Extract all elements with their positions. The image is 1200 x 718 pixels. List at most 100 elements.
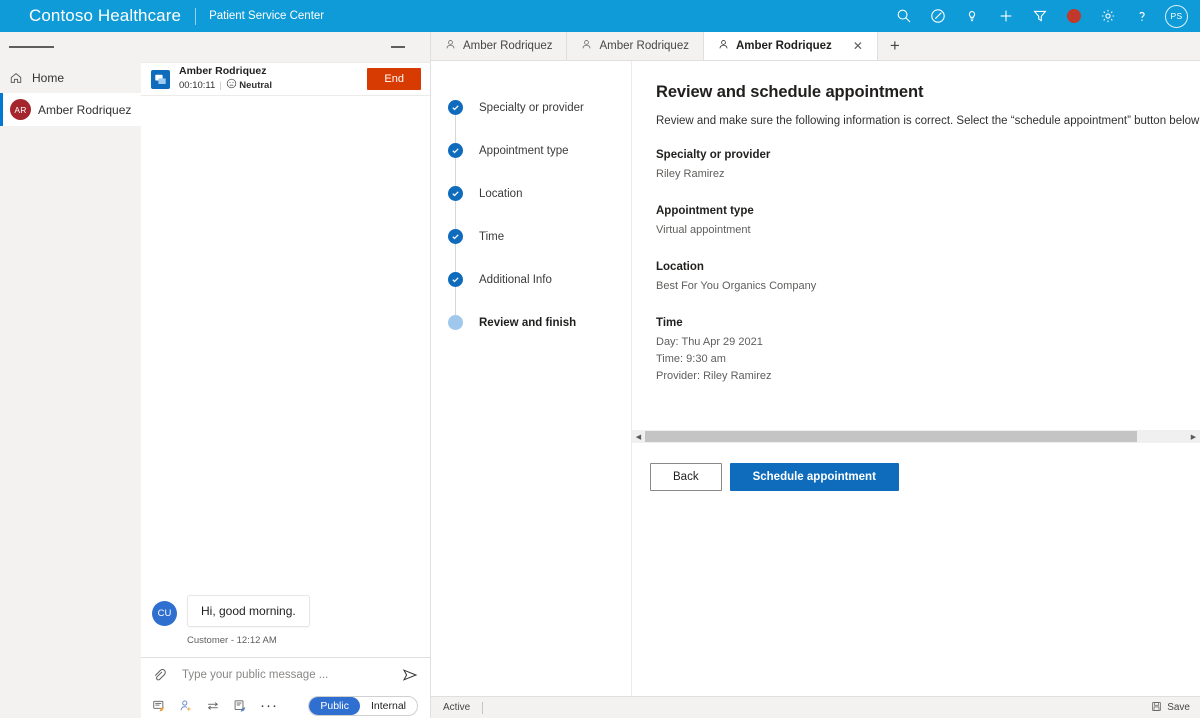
chat-timer: 00:10:11 [179,79,216,91]
step-specialty-or-provider[interactable]: Specialty or provider [431,86,631,143]
field-label: Location [656,261,704,274]
user-avatar-initials: PS [1170,11,1183,21]
more-options-icon[interactable]: ··· [260,698,278,713]
left-navigation: Home AR Amber Rodriquez [0,32,141,718]
scrollbar-thumb[interactable] [645,431,1137,442]
message-avatar: CU [152,601,177,626]
composer-toolbar: ··· Public Internal [141,692,430,718]
send-icon[interactable] [402,667,418,683]
scrollbar-track[interactable] [645,430,1187,443]
field-appointment-type: Appointment type Virtual appointment [656,205,1200,239]
step-label: Specialty or provider [479,101,584,114]
step-label: Time [479,230,505,243]
step-complete-icon [448,272,463,287]
step-location[interactable]: Location [431,172,631,229]
chat-panel: Amber Rodriquez 00:10:11 | Neutral End C… [141,32,431,718]
schedule-appointment-button[interactable]: Schedule appointment [729,463,899,491]
app-subtitle: Patient Service Center [209,10,325,22]
review-pane: Review and schedule appointment Review a… [632,61,1200,697]
chat-session-meta: Amber Rodriquez 00:10:11 | Neutral [179,65,272,93]
filter-icon[interactable] [1023,0,1057,32]
scroll-left-arrow-icon[interactable]: ◀ [632,430,645,443]
conversation-icon [151,69,170,89]
sidebar-item-amber-label: Amber Rodriquez [38,102,132,117]
user-avatar[interactable]: PS [1165,4,1188,28]
status-bar: Active Save [431,696,1200,718]
composer-input-row [141,658,430,692]
sidebar-item-home[interactable]: Home [0,62,141,93]
toggle-internal[interactable]: Internal [360,697,417,715]
recording-indicator-icon[interactable] [1057,0,1091,32]
neutral-face-icon [226,78,237,93]
save-label: Save [1167,702,1190,713]
search-icon[interactable] [887,0,921,32]
field-value: Virtual appointment [656,224,751,237]
step-complete-icon [448,143,463,158]
step-label: Appointment type [479,144,569,157]
transfer-icon[interactable] [206,699,220,713]
new-tab-button[interactable]: + [878,32,912,60]
top-header-actions: PS [887,0,1200,32]
step-time[interactable]: Time [431,215,631,272]
avatar: AR [10,99,31,120]
chat-panel-titlebar [141,32,430,63]
tab-amber-rodriquez-3[interactable]: Amber Rodriquez ✕ [703,32,878,60]
wizard-stepper: Specialty or provider Appointment type L… [431,61,632,697]
person-icon [581,39,592,53]
page-description: Review and make sure the following infor… [656,115,1200,127]
quick-reply-icon[interactable] [152,699,166,713]
field-value: Day: Thu Apr 29 2021 Time: 9:30 am Provi… [656,336,772,383]
chat-message: CU Hi, good morning. Customer - 12:12 AM [152,595,310,646]
toggle-public[interactable]: Public [309,696,360,715]
status-badge: Active [443,702,471,713]
field-label: Specialty or provider [656,149,771,161]
step-review-and-finish[interactable]: Review and finish [431,301,631,344]
lightbulb-icon[interactable] [955,0,989,32]
add-icon[interactable] [989,0,1023,32]
scroll-right-arrow-icon[interactable]: ▶ [1187,430,1200,443]
add-participant-icon[interactable] [179,699,193,713]
field-label: Time [656,317,683,330]
step-label: Review and finish [479,316,577,329]
sidebar-item-amber-rodriquez[interactable]: AR Amber Rodriquez [0,93,141,126]
tab-strip: Amber Rodriquez Amber Rodriquez Amber Ro… [431,32,1200,61]
field-time: Time Day: Thu Apr 29 2021 Time: 9:30 am … [656,317,1200,385]
notes-icon[interactable] [233,699,247,713]
chat-session-header: Amber Rodriquez 00:10:11 | Neutral End [141,63,430,96]
step-additional-info[interactable]: Additional Info [431,258,631,315]
back-button[interactable]: Back [650,463,722,491]
chat-customer-name: Amber Rodriquez [179,65,267,77]
step-complete-icon [448,100,463,115]
help-icon[interactable] [1125,0,1159,32]
chat-message-list: CU Hi, good morning. Customer - 12:12 AM [141,96,430,656]
step-label: Location [479,187,523,200]
attachment-icon[interactable] [152,668,167,683]
hamburger-menu-icon[interactable] [0,32,141,62]
page-title: Review and schedule appointment [656,83,924,101]
tab-label: Amber Rodriquez [463,40,553,52]
message-avatar-initials: CU [157,608,172,619]
person-icon [718,39,729,53]
review-pane-inner: Review and schedule appointment Review a… [632,61,1200,385]
tab-amber-rodriquez-1[interactable]: Amber Rodriquez [431,32,568,60]
step-appointment-type[interactable]: Appointment type [431,129,631,186]
message-bubble: Hi, good morning. [187,595,310,627]
message-input[interactable] [167,669,402,681]
assistant-icon[interactable] [921,0,955,32]
end-conversation-button[interactable]: End [367,68,421,90]
step-complete-icon [448,229,463,244]
gear-icon[interactable] [1091,0,1125,32]
tab-amber-rodriquez-2[interactable]: Amber Rodriquez [567,32,704,60]
field-value: Riley Ramirez [656,168,725,180]
field-specialty-or-provider: Specialty or provider Riley Ramirez [656,149,1200,183]
minimize-icon[interactable] [391,46,405,48]
step-label: Additional Info [479,273,552,286]
main-content-area: Amber Rodriquez Amber Rodriquez Amber Ro… [431,32,1200,718]
sentiment-label: Neutral [239,79,272,91]
close-icon[interactable]: ✕ [839,39,863,53]
horizontal-scrollbar[interactable]: ◀ ▶ [632,430,1200,443]
visibility-toggle: Public Internal [308,695,418,716]
save-button[interactable]: Save [1151,701,1190,715]
step-complete-icon [448,186,463,201]
appointment-wizard: Specialty or provider Appointment type L… [431,61,1200,697]
